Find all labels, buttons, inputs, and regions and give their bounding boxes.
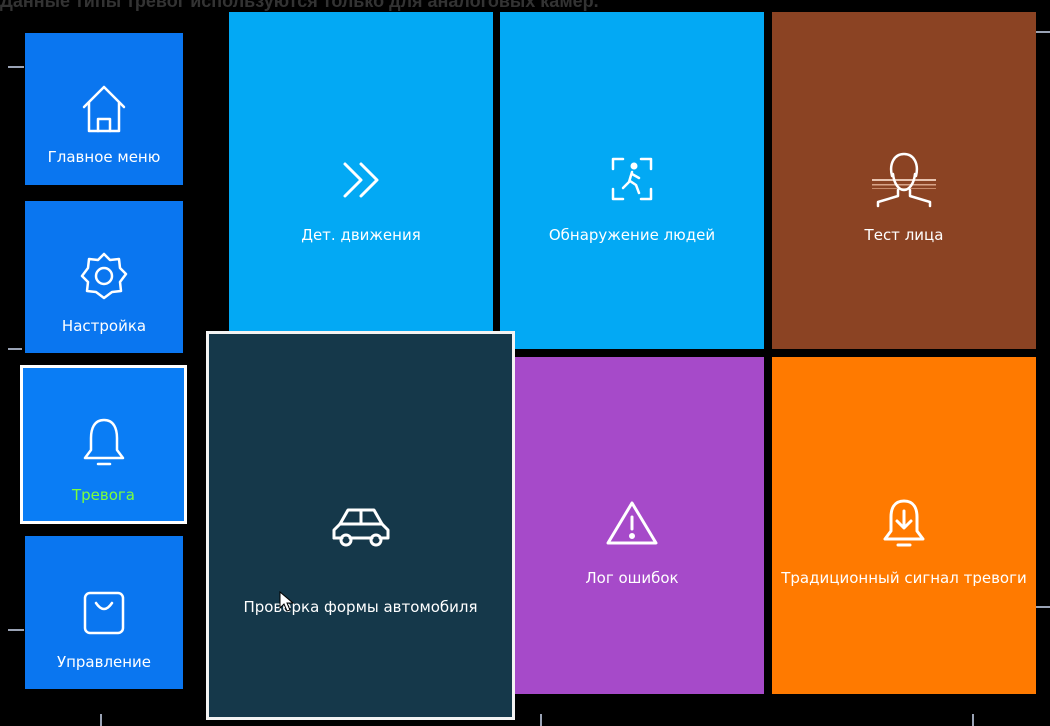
edge-tick [972,714,974,726]
tile-label: Дет. движения [301,226,421,244]
tile-label: Обнаружение людей [548,226,716,244]
tile-human-detection[interactable]: Обнаружение людей [500,12,764,349]
tile-error-log[interactable]: Лог ошибок [500,357,764,694]
tile-label: Тест лица [864,226,944,244]
sidebar-item-settings[interactable]: Настройка [25,201,183,353]
tile-motion-detection[interactable]: Дет. движения [229,12,493,349]
sidebar-item-management[interactable]: Управление [25,536,183,689]
sidebar-item-main-menu[interactable]: Главное меню [25,33,183,185]
gear-icon [79,251,129,305]
sidebar-item-label: Главное меню [47,148,161,166]
tile-label: Проверка формы автомобиля [243,598,478,616]
face-icon [870,148,938,214]
sidebar-item-alarm[interactable]: Тревога [20,365,187,524]
edge-tick [1036,31,1050,33]
warning-icon [604,499,660,551]
mouse-cursor-icon [279,590,295,617]
home-icon [80,83,128,139]
sidebar-item-label: Тревога [71,486,135,504]
person-detect-icon [609,155,655,207]
edge-tick [540,714,542,726]
tile-label: Лог ошибок [585,569,679,587]
alarm-bell-icon [882,497,926,555]
tile-vehicle-shape-check[interactable]: Проверка формы автомобиля [206,331,515,720]
car-icon [328,502,394,556]
chevrons-right-icon [339,160,383,204]
tile-label: Традиционный сигнал тревоги [781,569,1027,587]
edge-tick [1036,606,1050,608]
edge-tick [8,66,24,68]
sidebar-item-label: Настройка [61,317,147,335]
bag-icon [81,588,127,640]
caption-label: Данные типы тревог используются только д… [0,0,599,11]
tile-face-test[interactable]: Тест лица [772,12,1036,349]
tile-traditional-alarm[interactable]: Традиционный сигнал тревоги [772,357,1036,694]
bell-icon [81,416,127,476]
edge-tick [8,348,22,350]
edge-tick [8,629,24,631]
edge-tick [100,714,102,726]
sidebar-item-label: Управление [56,653,152,671]
